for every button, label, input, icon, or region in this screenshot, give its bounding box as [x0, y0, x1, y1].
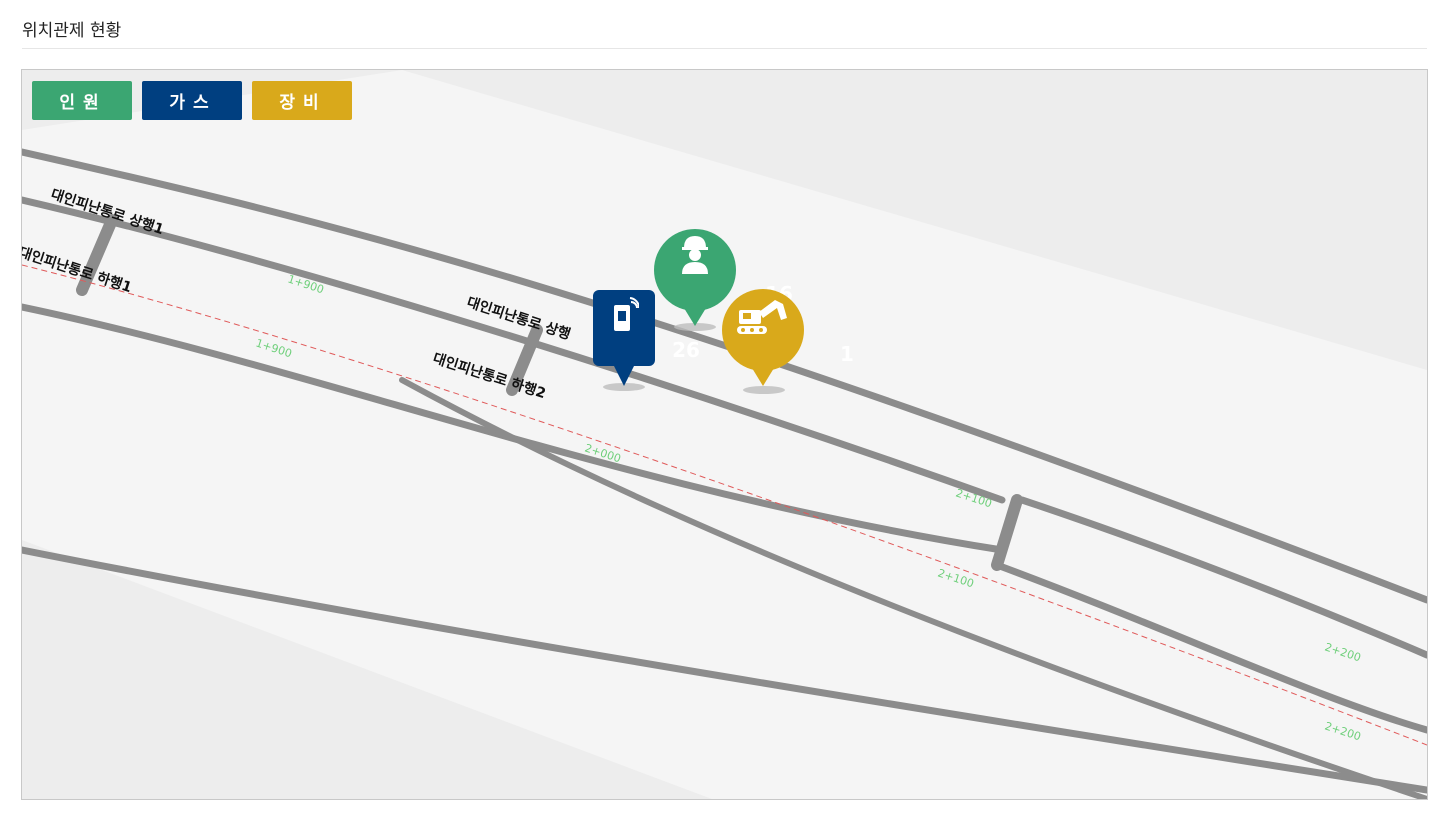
- tunnel-map[interactable]: 대인피난통로 상행1 대인피난통로 하행1 대인피난통로 상행 대인피난통로 하…: [22, 70, 1427, 799]
- worker-icon: [680, 234, 710, 278]
- equipment-count: 1: [840, 342, 854, 366]
- title-divider: [22, 48, 1427, 49]
- equipment-marker[interactable]: 1: [721, 288, 854, 392]
- gas-marker[interactable]: 26: [593, 290, 700, 388]
- gas-count: 26: [672, 338, 700, 362]
- excavator-icon: [737, 296, 791, 340]
- gas-detector-icon: [611, 296, 641, 336]
- page-title: 위치관제 현황: [22, 21, 122, 41]
- filter-gas-button[interactable]: 가스: [142, 81, 242, 120]
- filter-equipment-button[interactable]: 장비: [252, 81, 352, 120]
- map-view[interactable]: 대인피난통로 상행1 대인피난통로 하행1 대인피난통로 상행 대인피난통로 하…: [21, 69, 1428, 800]
- filter-personnel-button[interactable]: 인원: [32, 81, 132, 120]
